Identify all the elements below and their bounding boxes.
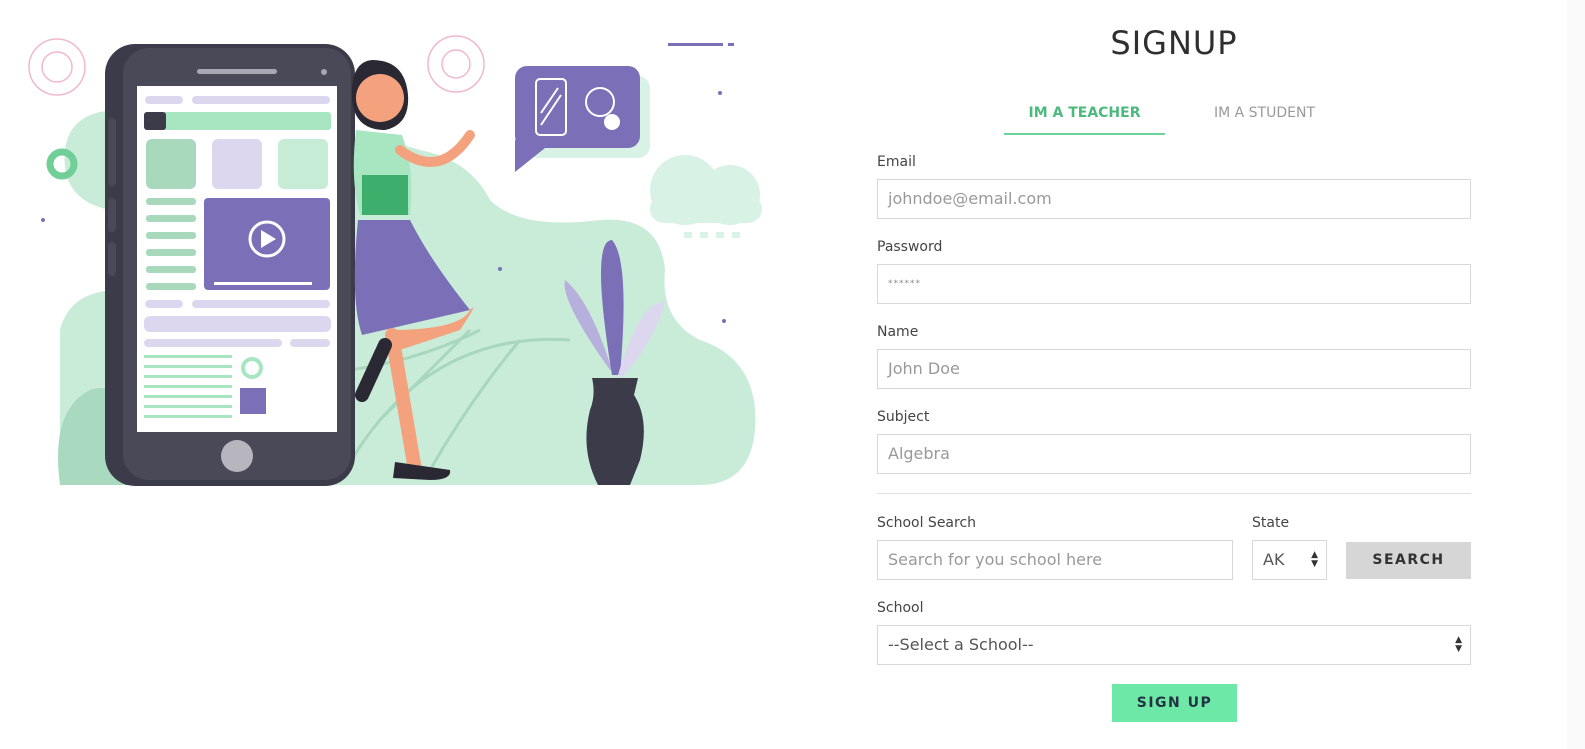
tab-student[interactable]: IM A STUDENT <box>1184 103 1345 133</box>
signup-illustration <box>0 0 780 500</box>
name-label: Name <box>877 324 919 340</box>
name-field[interactable]: John Doe <box>877 349 1471 389</box>
school-search-input[interactable]: Search for you school here <box>877 540 1233 580</box>
tab-teacher[interactable]: IM A TEACHER <box>1004 103 1165 135</box>
email-field[interactable]: johndoe@email.com <box>877 179 1471 219</box>
scrollbar[interactable] <box>1567 0 1585 749</box>
person-with-phone-illustration <box>28 35 762 486</box>
school-search-label: School Search <box>877 515 977 531</box>
subject-label: Subject <box>877 409 930 425</box>
select-arrows-icon: ▲ ▼ <box>1455 635 1462 654</box>
school-select-value: --Select a School-- <box>888 635 1034 654</box>
form-divider <box>877 493 1471 494</box>
password-label: Password <box>877 239 943 255</box>
state-label: State <box>1252 515 1290 531</box>
school-select[interactable]: --Select a School-- ▲ ▼ <box>877 625 1471 665</box>
search-button[interactable]: SEARCH <box>1346 542 1471 579</box>
school-label: School <box>877 600 924 616</box>
select-arrows-icon: ▲ ▼ <box>1311 550 1318 569</box>
email-label: Email <box>877 154 916 170</box>
subject-field[interactable]: Algebra <box>877 434 1471 474</box>
signup-form: SIGNUP IM A TEACHER IM A STUDENT Email j… <box>877 0 1471 749</box>
signup-button[interactable]: SIGN UP <box>1112 684 1237 722</box>
password-field[interactable]: ****** <box>877 264 1471 304</box>
page-title: SIGNUP <box>1110 24 1238 62</box>
state-select-value: AK <box>1263 550 1285 569</box>
state-select[interactable]: AK ▲ ▼ <box>1252 540 1327 580</box>
